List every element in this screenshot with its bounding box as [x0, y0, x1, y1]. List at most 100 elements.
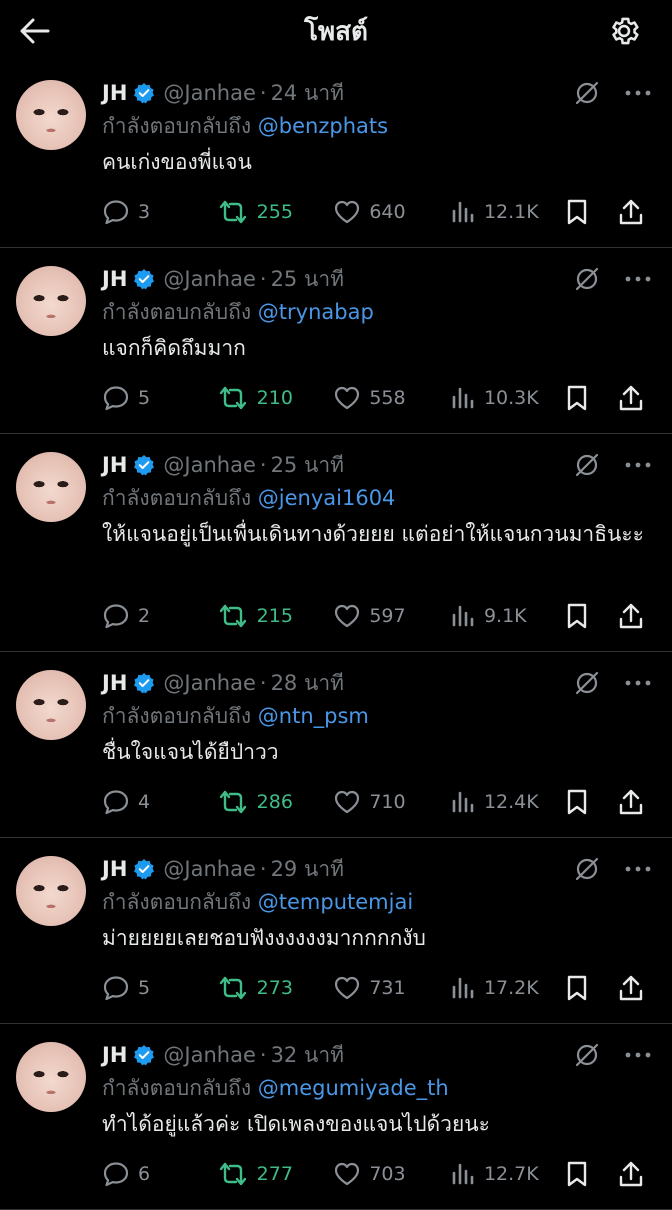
bookmark-button[interactable] — [565, 602, 618, 630]
like-button[interactable]: 597 — [333, 603, 450, 629]
views-button[interactable]: 17.2K — [450, 975, 565, 1001]
replies-feed: JH @Janhae · 24 นาที กำลังตอบกลับถึง @be… — [0, 62, 672, 1210]
display-name[interactable]: JH — [102, 857, 127, 881]
more-icon[interactable] — [624, 1042, 652, 1068]
reply-button[interactable]: 4 — [102, 789, 217, 815]
avatar[interactable] — [16, 670, 86, 740]
views-button[interactable]: 12.1K — [450, 199, 565, 225]
like-button[interactable]: 710 — [333, 789, 450, 815]
like-button[interactable]: 558 — [333, 385, 450, 411]
avatar[interactable] — [16, 266, 86, 336]
display-name[interactable]: JH — [102, 267, 127, 291]
grok-icon[interactable] — [574, 856, 600, 882]
display-name[interactable]: JH — [102, 453, 127, 477]
grok-icon[interactable] — [574, 452, 600, 478]
mention-link[interactable]: @benzphats — [258, 114, 388, 138]
bookmark-button[interactable] — [565, 788, 618, 816]
verified-badge-icon — [133, 268, 155, 290]
view-count: 9.1K — [483, 605, 527, 627]
post-header: JH @Janhae · 29 นาที — [102, 852, 652, 886]
bookmark-button[interactable] — [565, 198, 618, 226]
reply-button[interactable]: 2 — [102, 603, 217, 629]
retweet-button[interactable]: 286 — [217, 789, 334, 815]
views-button[interactable]: 12.4K — [450, 789, 565, 815]
like-count: 731 — [369, 977, 406, 999]
more-icon[interactable] — [624, 856, 652, 882]
grok-icon[interactable] — [574, 266, 600, 292]
grok-icon[interactable] — [574, 670, 600, 696]
replying-label: กำลังตอบกลับถึง — [102, 114, 252, 138]
share-button[interactable] — [618, 788, 652, 816]
more-icon[interactable] — [624, 670, 652, 696]
user-handle[interactable]: @Janhae — [163, 453, 255, 477]
user-handle[interactable]: @Janhae — [163, 671, 255, 695]
replying-label: กำลังตอบกลับถึง — [102, 486, 252, 510]
mention-link[interactable]: @megumiyade_th — [258, 1076, 449, 1100]
like-icon — [335, 604, 360, 628]
display-name[interactable]: JH — [102, 81, 127, 105]
reply-post[interactable]: JH @Janhae · 29 นาที กำลังตอบกลับถึง @te… — [0, 838, 672, 1024]
grok-icon[interactable] — [574, 1042, 600, 1068]
display-name[interactable]: JH — [102, 1043, 127, 1067]
more-icon[interactable] — [624, 266, 652, 292]
avatar[interactable] — [16, 1042, 86, 1112]
reply-button[interactable]: 5 — [102, 975, 217, 1001]
reply-button[interactable]: 6 — [102, 1161, 217, 1187]
share-button[interactable] — [618, 1160, 652, 1188]
mention-link[interactable]: @temputemjai — [258, 890, 413, 914]
user-handle[interactable]: @Janhae — [163, 81, 255, 105]
settings-gear-icon[interactable] — [606, 13, 642, 49]
bookmark-icon — [567, 1161, 586, 1187]
like-button[interactable]: 731 — [333, 975, 450, 1001]
retweet-button[interactable]: 255 — [217, 199, 334, 225]
like-button[interactable]: 640 — [333, 199, 450, 225]
share-button[interactable] — [618, 198, 652, 226]
mention-link[interactable]: @jenyai1604 — [258, 486, 396, 510]
post-time[interactable]: 29 นาที — [271, 853, 344, 886]
user-handle[interactable]: @Janhae — [163, 1043, 255, 1067]
post-time[interactable]: 24 นาที — [271, 77, 344, 110]
replying-to: กำลังตอบกลับถึง @trynabap — [102, 296, 652, 328]
more-icon[interactable] — [624, 80, 652, 106]
share-button[interactable] — [618, 384, 652, 412]
views-button[interactable]: 9.1K — [450, 603, 565, 629]
mention-link[interactable]: @trynabap — [258, 300, 374, 324]
display-name[interactable]: JH — [102, 671, 127, 695]
share-button[interactable] — [618, 974, 652, 1002]
more-icon[interactable] — [624, 452, 652, 478]
grok-icon[interactable] — [574, 80, 600, 106]
views-button[interactable]: 12.7K — [450, 1161, 565, 1187]
reply-post[interactable]: JH @Janhae · 25 นาที กำลังตอบกลับถึง — [0, 434, 672, 652]
reply-button[interactable]: 3 — [102, 199, 217, 225]
retweet-button[interactable]: 210 — [217, 385, 334, 411]
reply-button[interactable]: 5 — [102, 385, 217, 411]
bookmark-button[interactable] — [565, 384, 618, 412]
avatar[interactable] — [16, 452, 86, 522]
post-time[interactable]: 32 นาที — [271, 1039, 344, 1072]
view-count: 12.7K — [483, 1163, 539, 1185]
retweet-button[interactable]: 273 — [217, 975, 334, 1001]
retweet-button[interactable]: 277 — [217, 1161, 334, 1187]
reply-post[interactable]: JH @Janhae · 25 นาที กำลังตอบกลับถึง — [0, 248, 672, 434]
post-time[interactable]: 28 นาที — [271, 667, 344, 700]
reply-post[interactable]: JH @Janhae · 28 นาที กำลังตอบกลับถึง @nt… — [0, 652, 672, 838]
bookmark-button[interactable] — [565, 1160, 618, 1188]
reply-icon — [103, 790, 129, 815]
reply-post[interactable]: JH @Janhae · 24 นาที กำลังตอบกลับถึง @be… — [0, 62, 672, 248]
retweet-button[interactable]: 215 — [217, 603, 334, 629]
avatar[interactable] — [16, 80, 86, 150]
replying-to: กำลังตอบกลับถึง @ntn_psm — [102, 700, 652, 732]
post-time[interactable]: 25 นาที — [271, 263, 344, 296]
bookmark-button[interactable] — [565, 974, 618, 1002]
post-time[interactable]: 25 นาที — [271, 449, 344, 482]
like-button[interactable]: 703 — [333, 1161, 450, 1187]
share-button[interactable] — [618, 602, 652, 630]
reply-post[interactable]: JH @Janhae · 32 นาที กำลังตอบกลับถึง @me… — [0, 1024, 672, 1210]
views-button[interactable]: 10.3K — [450, 385, 565, 411]
user-handle[interactable]: @Janhae — [163, 267, 255, 291]
retweet-count: 277 — [256, 1163, 293, 1185]
user-handle[interactable]: @Janhae — [163, 857, 255, 881]
back-arrow-icon[interactable] — [18, 14, 52, 48]
avatar[interactable] — [16, 856, 86, 926]
mention-link[interactable]: @ntn_psm — [258, 704, 369, 728]
